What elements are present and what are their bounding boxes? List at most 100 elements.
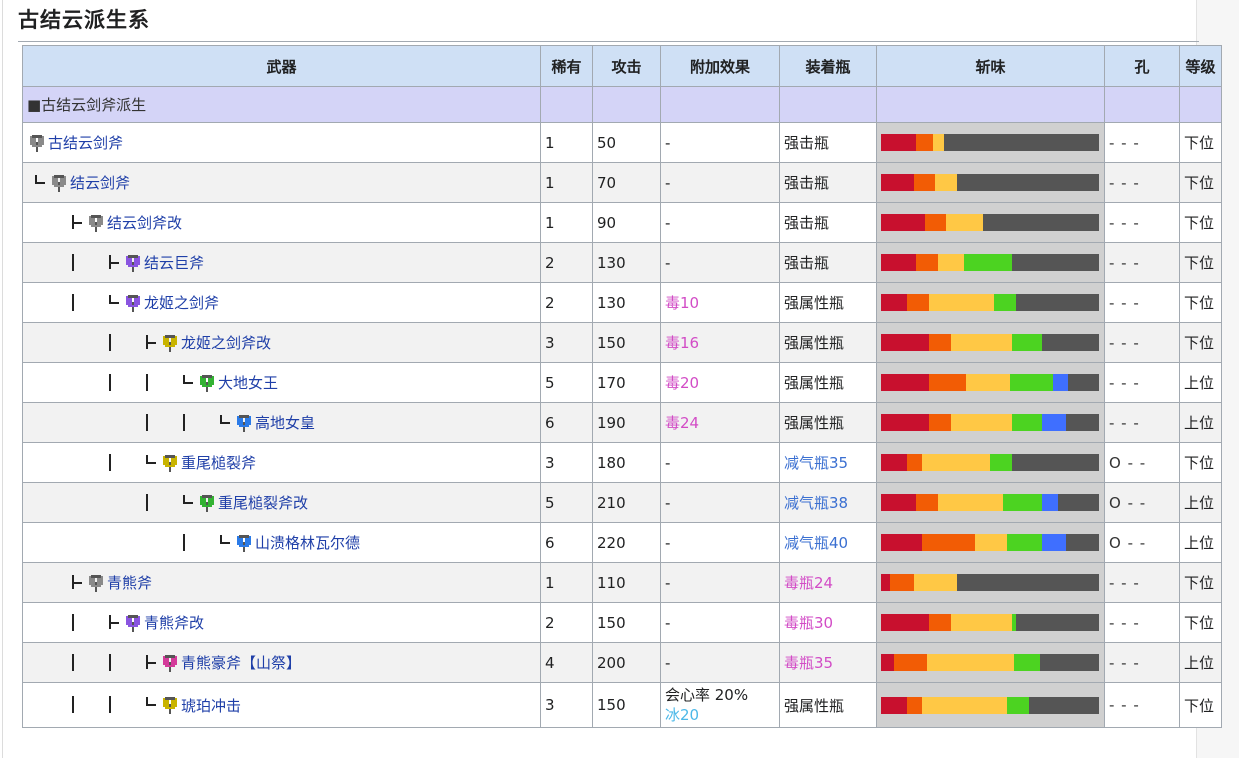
charge-blade-icon xyxy=(89,214,103,232)
phial-text: 强属性瓶 xyxy=(784,334,845,352)
sharpness-segment xyxy=(1011,414,1043,431)
phial-text[interactable]: 减气瓶35 xyxy=(784,454,848,472)
sharpness-segment xyxy=(1042,414,1067,431)
phial-text[interactable]: 毒瓶35 xyxy=(784,654,833,672)
table-row: 古结云剑斧 1 50- 强击瓶 - - - 下位 xyxy=(22,122,1222,163)
tree-connector xyxy=(29,253,125,273)
slots-cell: - - - xyxy=(1104,682,1180,728)
phial-text[interactable]: 毒瓶30 xyxy=(784,614,833,632)
rank-cell: 下位 xyxy=(1179,442,1222,483)
phial-text[interactable]: 减气瓶38 xyxy=(784,494,848,512)
weapon-cell: 结云巨斧 xyxy=(22,242,541,283)
effect-text: - xyxy=(665,653,671,672)
sharpness-cell xyxy=(876,562,1105,603)
sharpness-segment xyxy=(1009,374,1054,391)
sharpness-segment xyxy=(1042,534,1067,551)
weapon-name-link[interactable]: 重尾槌裂斧 xyxy=(181,454,256,472)
charge-blade-icon xyxy=(237,534,251,552)
phial-text: 强击瓶 xyxy=(784,174,830,192)
charge-blade-icon xyxy=(163,654,177,672)
weapon-cell: 重尾槌裂斧改 xyxy=(22,482,541,523)
sharpness-bar xyxy=(881,494,1099,511)
phial-text[interactable]: 毒瓶24 xyxy=(784,574,833,592)
weapon-cell: 龙姬之剑斧改 xyxy=(22,322,541,363)
header-rank[interactable]: 等级 xyxy=(1179,45,1222,87)
sharpness-bar xyxy=(881,254,1099,271)
header-phial[interactable]: 装着瓶 xyxy=(779,45,877,87)
weapon-name-link[interactable]: 高地女皇 xyxy=(255,414,315,432)
header-weapon[interactable]: 武器 xyxy=(22,45,541,87)
phial-cell: 毒瓶24 xyxy=(779,562,877,603)
phial-text[interactable]: 减气瓶40 xyxy=(784,534,848,552)
sharpness-cell xyxy=(876,282,1105,323)
weapon-name-link[interactable]: 结云剑斧 xyxy=(70,174,130,192)
rank-cell: 下位 xyxy=(1179,242,1222,283)
sharpness-segment xyxy=(1057,494,1099,511)
weapon-name-link[interactable]: 青熊斧改 xyxy=(144,614,204,632)
charge-blade-icon xyxy=(200,494,214,512)
sharpness-segment xyxy=(907,696,923,714)
phial-cell: 强击瓶 xyxy=(779,242,877,283)
weapon-cell: 结云剑斧改 xyxy=(22,202,541,243)
attack-cell: 130 xyxy=(592,242,661,283)
weapon-name-link[interactable]: 青熊豪斧【山祭】 xyxy=(181,654,301,672)
sharpness-bar xyxy=(881,174,1099,191)
header-effect[interactable]: 附加效果 xyxy=(660,45,780,87)
weapon-name-link[interactable]: 古结云剑斧 xyxy=(48,134,123,152)
phial-cell: 强击瓶 xyxy=(779,162,877,203)
weapon-name-link[interactable]: 大地女王 xyxy=(218,374,278,392)
charge-blade-icon xyxy=(89,574,103,592)
charge-blade-icon xyxy=(30,134,44,152)
sharpness-segment xyxy=(1011,454,1099,471)
weapon-name-link[interactable]: 结云巨斧 xyxy=(144,254,204,272)
phial-cell: 强属性瓶 xyxy=(779,362,877,403)
weapon-name-link[interactable]: 青熊斧 xyxy=(107,574,152,592)
weapon-name-link[interactable]: 龙姬之剑斧改 xyxy=(181,334,271,352)
sharpness-cell xyxy=(876,202,1105,243)
header-rarity[interactable]: 稀有 xyxy=(540,45,593,87)
sharpness-segment xyxy=(963,254,1012,271)
weapon-cell: 重尾槌裂斧 xyxy=(22,442,541,483)
tree-connector xyxy=(29,533,236,553)
weapon-name-link[interactable]: 山溃格林瓦尔德 xyxy=(255,534,360,552)
slots-cell: - - - xyxy=(1104,322,1180,363)
header-slots[interactable]: 孔 xyxy=(1104,45,1180,87)
effect-cell: 毒20 xyxy=(660,362,780,403)
tree-connector xyxy=(29,173,51,193)
attack-cell: 150 xyxy=(592,682,661,728)
sharpness-segment xyxy=(922,454,990,471)
weapon-name-link[interactable]: 结云剑斧改 xyxy=(107,214,182,232)
effect-text: - xyxy=(665,213,671,232)
sharpness-segment xyxy=(1068,374,1099,391)
sharpness-segment xyxy=(928,334,951,351)
slots-cell: - - - xyxy=(1104,562,1180,603)
rank-cell: 下位 xyxy=(1179,322,1222,363)
rarity-cell: 3 xyxy=(540,682,593,728)
sharpness-bar xyxy=(881,534,1099,551)
charge-blade-icon xyxy=(126,254,140,272)
sharpness-segment xyxy=(894,654,927,671)
effect-text: - xyxy=(665,173,671,192)
slots-cell: - - - xyxy=(1104,242,1180,283)
weapon-cell: 大地女王 xyxy=(22,362,541,403)
effect-cell: - xyxy=(660,522,780,563)
sharpness-segment xyxy=(966,374,1010,391)
sharpness-segment xyxy=(915,494,938,511)
weapon-name-link[interactable]: 重尾槌裂斧改 xyxy=(218,494,308,512)
weapon-name-link[interactable]: 琥珀冲击 xyxy=(181,697,241,715)
sharpness-bar xyxy=(881,696,1099,714)
table-row: 大地女王 5 170 毒20 强属性瓶 - - - 上位 xyxy=(22,362,1222,403)
phial-cell: 减气瓶35 xyxy=(779,442,877,483)
header-sharpness[interactable]: 斩味 xyxy=(876,45,1105,87)
effect-text: - xyxy=(665,133,671,152)
weapon-cell: 结云剑斧 xyxy=(22,162,541,203)
slots-cell: - - - xyxy=(1104,642,1180,683)
attack-cell: 190 xyxy=(592,402,661,443)
attack-cell: 90 xyxy=(592,202,661,243)
sharpness-cell xyxy=(876,322,1105,363)
header-attack[interactable]: 攻击 xyxy=(592,45,661,87)
weapon-name-link[interactable]: 龙姬之剑斧 xyxy=(144,294,219,312)
title-divider xyxy=(18,41,1199,42)
attack-cell: 150 xyxy=(592,602,661,643)
rank-cell: 上位 xyxy=(1179,642,1222,683)
